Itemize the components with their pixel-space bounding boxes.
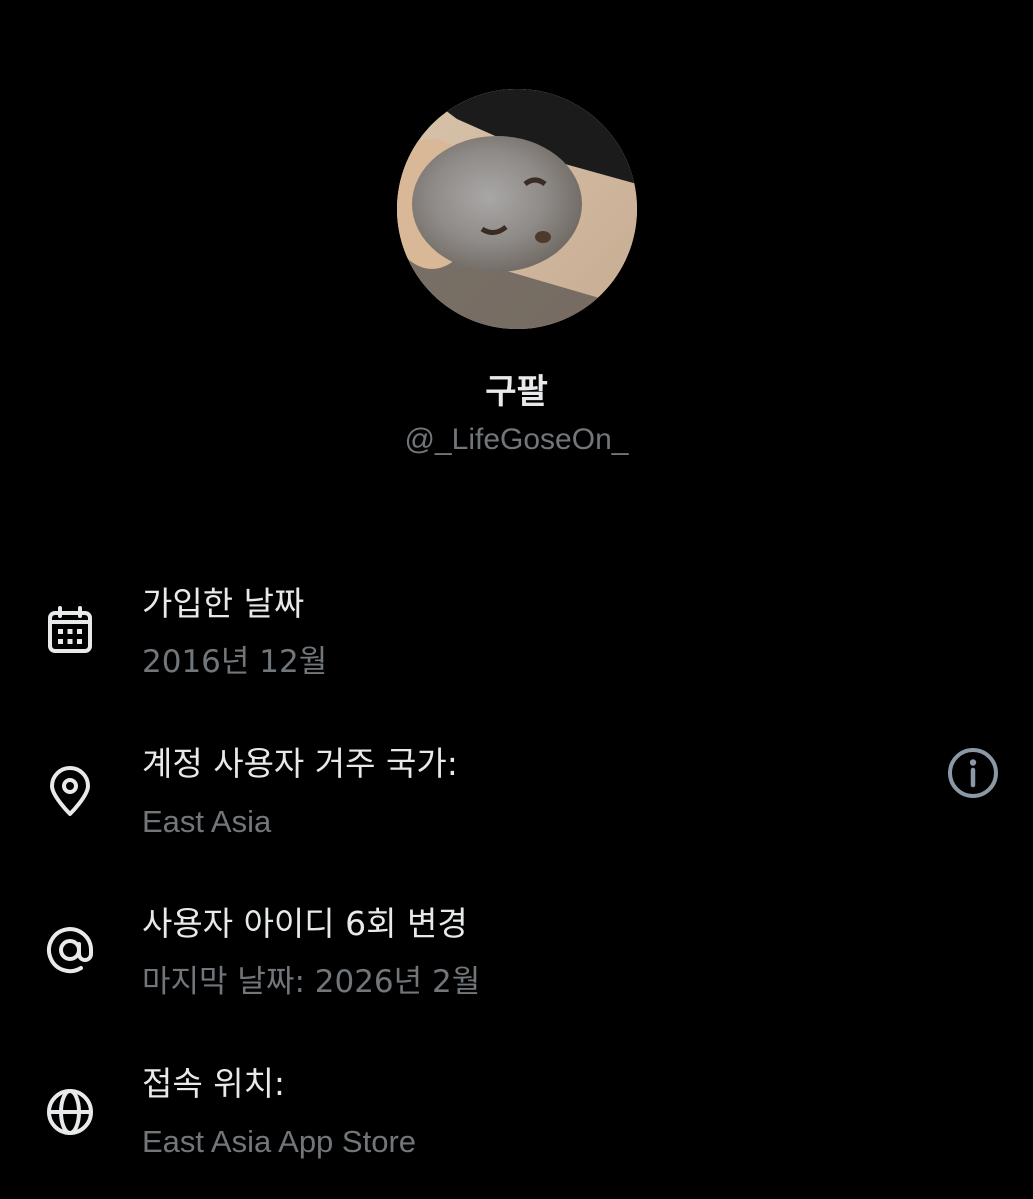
username-changes-date: 마지막 날짜: 2026년 2월 [142,964,481,1000]
calendar-icon [42,602,98,658]
joined-date: 2016년 12월 [142,644,328,680]
username-changes-title: 사용자 아이디 6회 변경 [142,904,468,943]
profile-handle: @_LifeGoseOn_ [404,423,629,456]
info-row-username-changes: 사용자 아이디 6회 변경 마지막 날짜: 2026년 2월 [0,902,1033,1022]
connected-via-title: 접속 위치: [142,1064,286,1103]
country-title: 계정 사용자 거주 국가: [142,744,458,783]
at-sign-icon [42,922,98,978]
info-row-connected-via: 접속 위치: East Asia App Store [0,1062,1033,1182]
connected-via-value: East Asia App Store [142,1124,417,1159]
profile-display-name: 구팔 [485,372,548,412]
profile-avatar[interactable] [397,89,637,329]
joined-title: 가입한 날짜 [142,584,305,623]
info-row-joined: 가입한 날짜 2016년 12월 [0,582,1033,702]
country-value: East Asia [142,804,272,839]
globe-icon [42,1084,98,1140]
info-icon[interactable] [944,744,1002,802]
info-row-country: 계정 사용자 거주 국가: East Asia [0,742,1033,862]
location-pin-icon [42,764,98,820]
